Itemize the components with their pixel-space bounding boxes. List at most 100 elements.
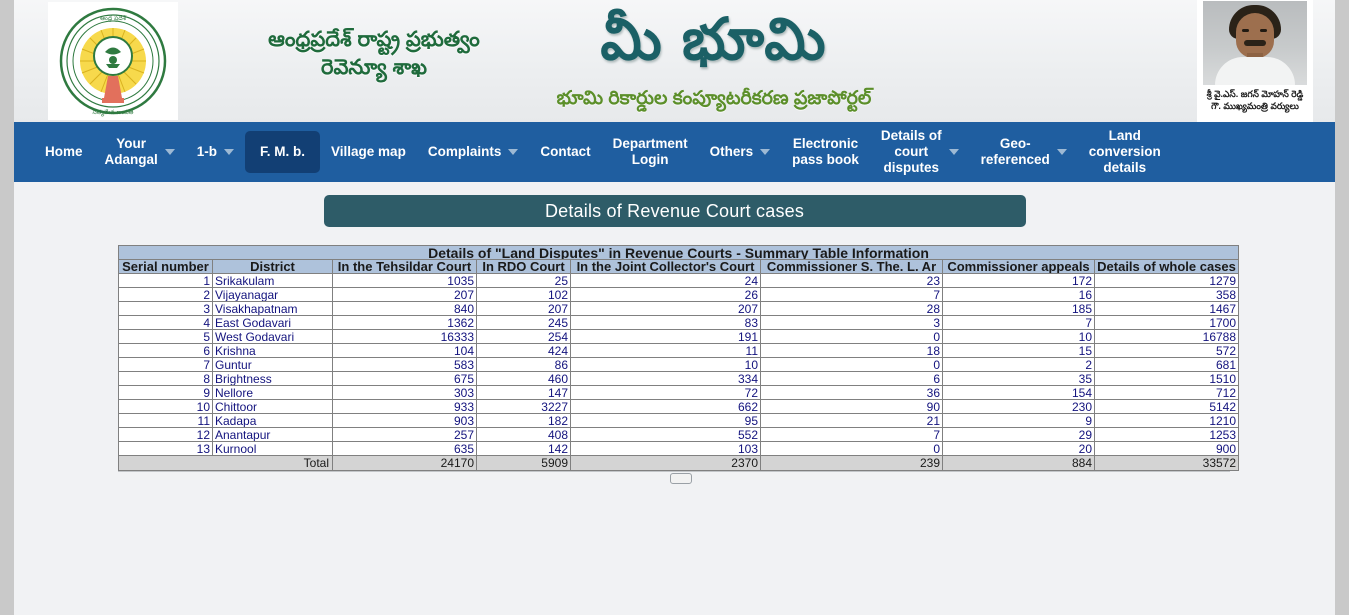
table-row: 8 Brightness 675 460 334 6 35 1510 xyxy=(118,371,1240,386)
cell-district: East Godavari xyxy=(212,315,333,330)
table-row: 13 Kurnool 635 142 103 0 20 900 xyxy=(118,441,1240,456)
scrollbar-thumb[interactable] xyxy=(670,473,692,484)
page-container: ఆంధ్ర ప్రదేశ్ సత్యమేవ జయతే ఆంధ్రప్రదేశ్ … xyxy=(14,0,1335,615)
nav-label-department-login: Department Login xyxy=(612,135,688,167)
cell-commissioner-appeals: 20 xyxy=(942,441,1095,456)
cell-serial-number: 12 xyxy=(118,427,213,442)
summary-table-container: Details of "Land Disputes" in Revenue Co… xyxy=(117,245,1240,471)
cell-joint-collector-court: 83 xyxy=(570,315,761,330)
cell-serial-number: 4 xyxy=(118,315,213,330)
cell-district: Brightness xyxy=(212,371,333,386)
cell-tehsildar-court: 16333 xyxy=(332,329,477,344)
land-disputes-summary-table: Details of "Land Disputes" in Revenue Co… xyxy=(117,245,1240,471)
cell-district: Chittoor xyxy=(212,399,333,414)
cell-tehsildar-court: 903 xyxy=(332,413,477,428)
nav-item-details-of-court-disputes[interactable]: Details of court disputes xyxy=(870,122,970,182)
table-row: 4 East Godavari 1362 245 83 3 7 1700 xyxy=(118,315,1240,330)
cell-rdo-court: 254 xyxy=(476,329,571,344)
nav-item-electronic-pass-book[interactable]: Electronic pass book xyxy=(781,122,870,182)
nav-item-department-login[interactable]: Department Login xyxy=(602,122,699,182)
cell-commissioner-appeals: 7 xyxy=(942,315,1095,330)
cell-commissioner-sthelar: 0 xyxy=(760,441,943,456)
cell-district: Nellore xyxy=(212,385,333,400)
cell-whole-cases: 1467 xyxy=(1093,301,1240,316)
nav-item-village-map[interactable]: Village map xyxy=(320,122,417,182)
nav-item-fmb[interactable]: F. M. b. xyxy=(245,131,321,173)
table-body: 1 Srikakulam 1035 25 24 23 172 1279 2 Vijayanagar… xyxy=(118,273,1240,456)
cell-tehsildar-court: 675 xyxy=(332,371,477,386)
cell-rdo-court: 207 xyxy=(476,301,571,316)
nav-label-others: Others xyxy=(709,143,754,159)
cell-tehsildar-court: 1035 xyxy=(332,273,477,288)
cell-joint-collector-court: 552 xyxy=(570,427,761,442)
cell-whole-cases: 358 xyxy=(1093,287,1240,302)
cell-serial-number: 3 xyxy=(118,301,213,316)
cell-whole-cases: 1210 xyxy=(1093,413,1240,428)
cell-commissioner-sthelar: 6 xyxy=(760,371,943,386)
cell-joint-collector-court: 662 xyxy=(570,399,761,414)
cell-rdo-court: 25 xyxy=(476,273,571,288)
cell-district: Guntur xyxy=(212,357,333,372)
cell-tehsildar-court: 303 xyxy=(332,385,477,400)
cell-commissioner-appeals: 9 xyxy=(942,413,1095,428)
gov-title-line-2: రెవెన్యూ శాఖ xyxy=(321,56,427,80)
chief-minister-name: శ్రీ వై.ఎస్. జగన్ మోహన్ రెడ్డి xyxy=(1206,89,1304,99)
cell-district: Anantapur xyxy=(212,427,333,442)
nav-item-land-conversion-details[interactable]: Land conversion details xyxy=(1078,122,1172,182)
total-whole: 33572 xyxy=(1093,455,1240,471)
cell-commissioner-sthelar: 7 xyxy=(760,287,943,302)
column-header-tehsildar-court: In the Tehsildar Court xyxy=(332,259,477,274)
svg-text:సత్యమేవ జయతే: సత్యమేవ జయతే xyxy=(93,109,134,117)
cell-rdo-court: 460 xyxy=(476,371,571,386)
cell-commissioner-sthelar: 7 xyxy=(760,427,943,442)
cell-joint-collector-court: 103 xyxy=(570,441,761,456)
ap-state-emblem-icon: ఆంధ్ర ప్రదేశ్ సత్యమేవ జయతే xyxy=(48,2,178,120)
cell-district: Srikakulam xyxy=(212,273,333,288)
cell-commissioner-sthelar: 90 xyxy=(760,399,943,414)
cell-serial-number: 8 xyxy=(118,371,213,386)
cell-rdo-court: 182 xyxy=(476,413,571,428)
nav-item-your-adangal[interactable]: Your Adangal xyxy=(94,122,186,182)
cell-rdo-court: 408 xyxy=(476,427,571,442)
table-row: 12 Anantapur 257 408 552 7 29 1253 xyxy=(118,427,1240,442)
cell-district: Visakhapatnam xyxy=(212,301,333,316)
nav-item-1b[interactable]: 1-b xyxy=(186,122,245,182)
table-row: 1 Srikakulam 1035 25 24 23 172 1279 xyxy=(118,273,1240,288)
table-horizontal-scrollbar[interactable] xyxy=(118,472,1230,484)
nav-item-others[interactable]: Others xyxy=(699,122,782,182)
photo-moustache xyxy=(1244,40,1266,46)
cell-commissioner-appeals: 10 xyxy=(942,329,1095,344)
page-title-region: Details of Revenue Court cases xyxy=(14,182,1335,227)
nav-label-land-conversion-details: Land conversion details xyxy=(1088,127,1161,176)
chevron-down-icon xyxy=(948,149,959,155)
cell-whole-cases: 900 xyxy=(1093,441,1240,456)
cell-joint-collector-court: 26 xyxy=(570,287,761,302)
cell-commissioner-appeals: 35 xyxy=(942,371,1095,386)
nav-item-home[interactable]: Home xyxy=(34,122,94,182)
nav-item-geo-referenced[interactable]: Geo- referenced xyxy=(970,122,1078,182)
cell-commissioner-appeals: 15 xyxy=(942,343,1095,358)
table-row: 9 Nellore 303 147 72 36 154 712 xyxy=(118,385,1240,400)
chief-minister-block: శ్రీ వై.ఎస్. జగన్ మోహన్ రెడ్డి గౌ. ముఖ్య… xyxy=(1197,0,1313,122)
nav-item-complaints[interactable]: Complaints xyxy=(417,122,530,182)
cell-serial-number: 9 xyxy=(118,385,213,400)
nav-item-contact[interactable]: Contact xyxy=(529,122,601,182)
main-navigation-bar: Home Your Adangal 1-b F. M. b. Village m… xyxy=(14,122,1335,182)
gov-title-line-1: ఆంధ్రప్రదేశ్ రాష్ట్ర ప్రభుత్వం xyxy=(268,28,480,51)
cell-serial-number: 2 xyxy=(118,287,213,302)
cell-serial-number: 7 xyxy=(118,357,213,372)
cell-rdo-court: 86 xyxy=(476,357,571,372)
total-commissioner-sthelar: 239 xyxy=(760,455,943,471)
photo-shirt xyxy=(1215,57,1295,85)
column-header-serial-number: Serial number xyxy=(118,259,213,274)
nav-label-your-adangal: Your Adangal xyxy=(104,135,158,167)
chevron-down-icon xyxy=(1056,149,1067,155)
total-rdo: 5909 xyxy=(476,455,571,471)
cell-serial-number: 13 xyxy=(118,441,213,456)
column-header-district: District xyxy=(212,259,333,274)
chief-minister-photo xyxy=(1203,1,1307,85)
nav-label-home: Home xyxy=(45,143,83,159)
cell-commissioner-sthelar: 3 xyxy=(760,315,943,330)
cell-tehsildar-court: 583 xyxy=(332,357,477,372)
column-header-joint-collector-court: In the Joint Collector's Court xyxy=(570,259,761,274)
